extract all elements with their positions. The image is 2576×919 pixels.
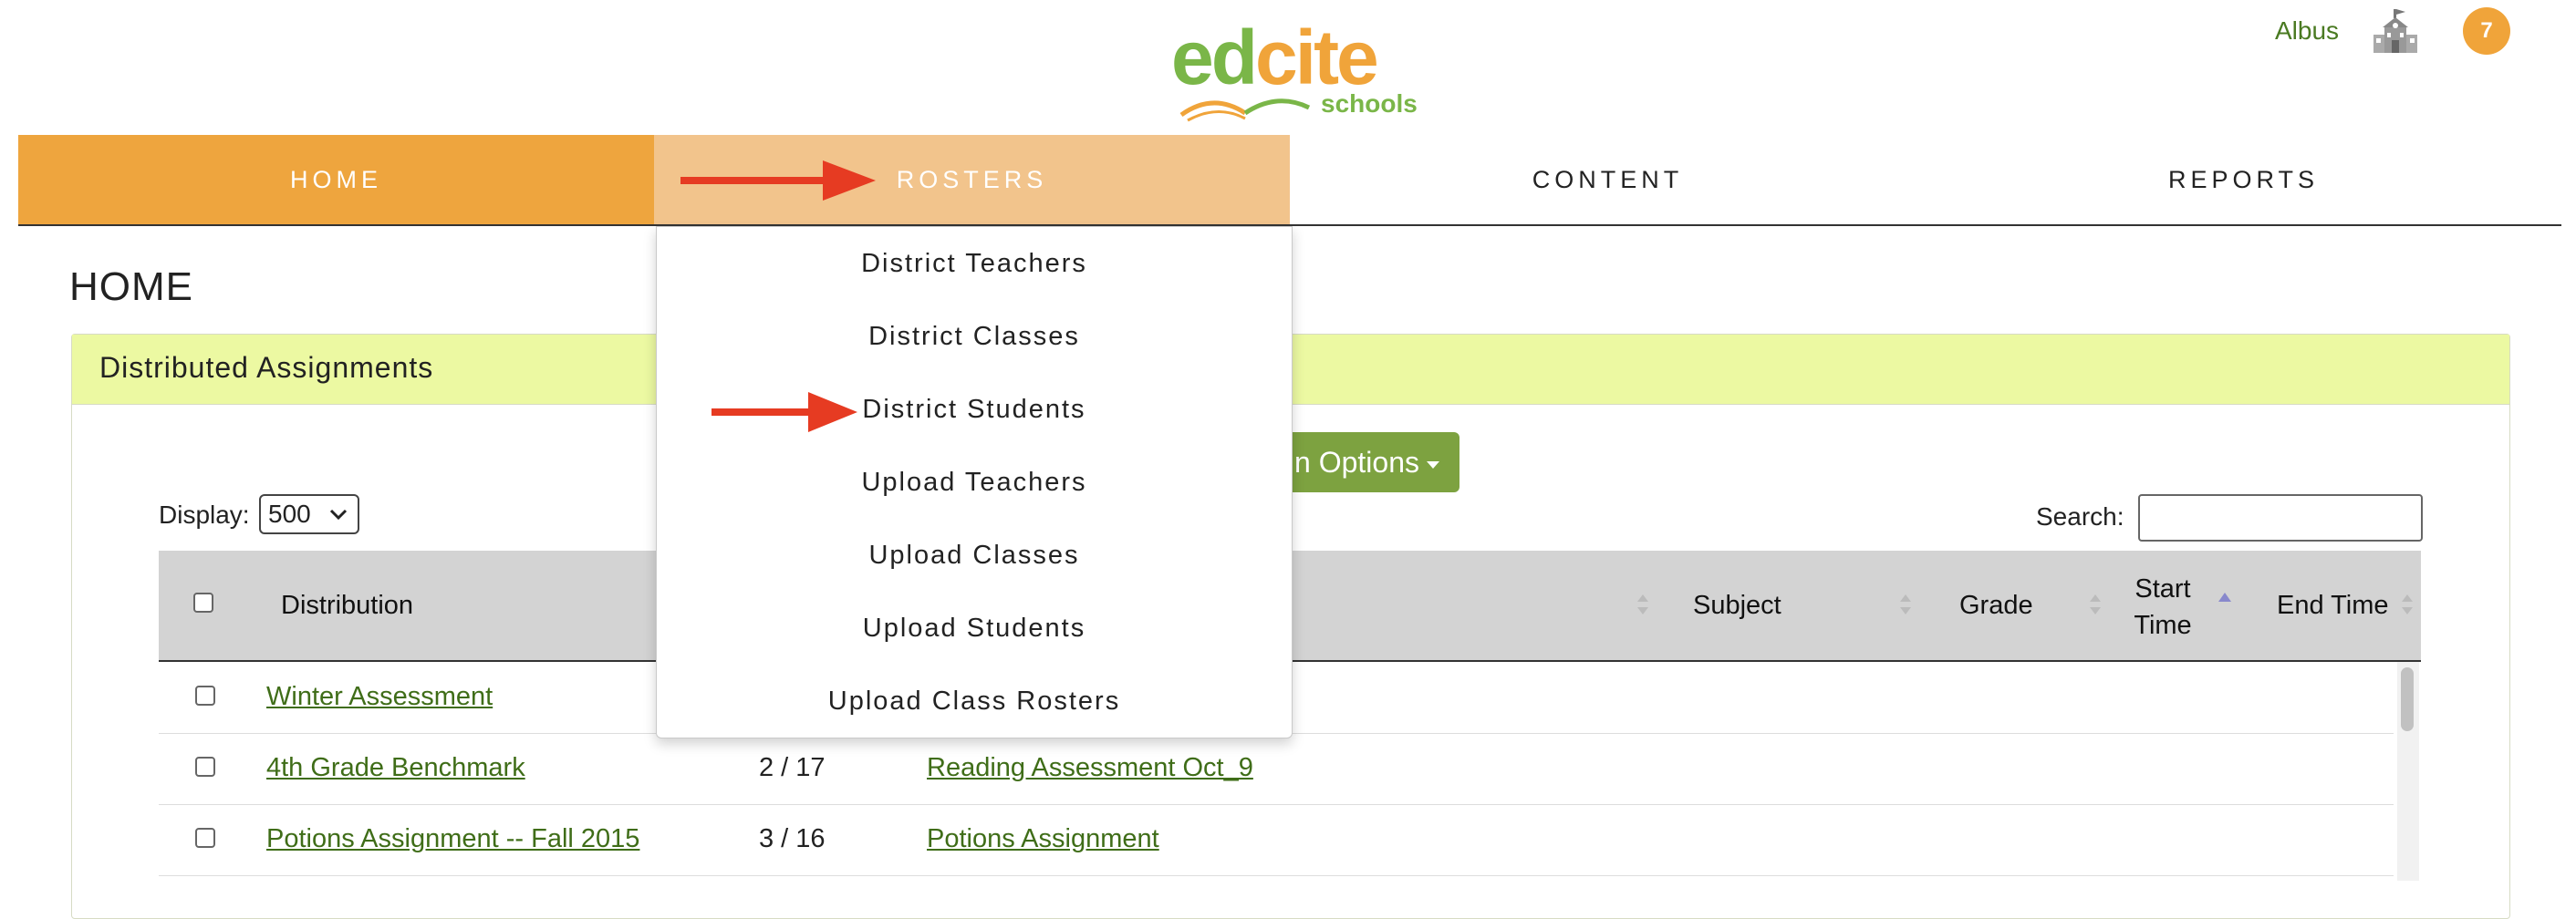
menu-item-district-teachers[interactable]: District Teachers (657, 227, 1292, 300)
panel-title: Distributed Assignments (99, 351, 434, 384)
row-checkbox[interactable] (195, 828, 215, 848)
logo-book-icon (1179, 98, 1311, 122)
menu-item-upload-students[interactable]: Upload Students (657, 592, 1292, 665)
table-scrollbar[interactable] (2397, 662, 2419, 881)
column-header-start-time[interactable]: Start Time (2122, 571, 2204, 644)
school-building-icon[interactable] (2373, 9, 2417, 55)
main-nav: HOME ROSTERS CONTENT REPORTS (18, 135, 2561, 226)
display-select-value: 500 (268, 500, 311, 528)
search-label: Search: (2036, 502, 2124, 531)
column-header-end-time[interactable]: End Time (2277, 591, 2389, 621)
rosters-dropdown-menu: District Teachers District Classes Distr… (656, 226, 1293, 738)
menu-item-upload-classes[interactable]: Upload Classes (657, 519, 1292, 592)
completion-ratio: 3 / 16 (759, 824, 826, 853)
table-row: Potions Assignment -- Fall 2015 3 / 16 P… (159, 804, 2394, 876)
chevron-down-icon (329, 509, 348, 521)
menu-item-upload-teachers[interactable]: Upload Teachers (657, 446, 1292, 519)
table-row: 4th Grade Benchmark 2 / 17 Reading Asses… (159, 733, 2394, 805)
caret-down-icon (1427, 460, 1439, 469)
notification-badge[interactable]: 7 (2463, 7, 2510, 55)
display-count-select[interactable]: 500 (259, 494, 359, 534)
logo-wordmark: edcite (1171, 15, 1379, 100)
column-header-distribution[interactable]: Distribution (281, 591, 413, 621)
select-all-checkbox[interactable] (193, 593, 213, 613)
edcite-logo[interactable]: edcite schools (1171, 15, 1418, 122)
annotation-arrow-icon (712, 392, 857, 432)
row-checkbox[interactable] (195, 757, 215, 777)
column-header-subject[interactable]: Subject (1693, 591, 1781, 621)
distribution-link[interactable]: Potions Assignment -- Fall 2015 (266, 824, 639, 854)
annotation-arrow-icon (680, 160, 876, 201)
menu-item-upload-class-rosters[interactable]: Upload Class Rosters (657, 665, 1292, 738)
user-name-link[interactable]: Albus (2275, 16, 2339, 46)
sort-ascending-icon[interactable] (2218, 589, 2231, 616)
page-title: HOME (69, 264, 193, 309)
distribution-link[interactable]: 4th Grade Benchmark (266, 753, 525, 783)
logo-subtitle: schools (1321, 89, 1418, 118)
sort-icon[interactable] (2089, 591, 2102, 618)
completion-ratio: 2 / 17 (759, 753, 826, 782)
sort-icon[interactable] (1899, 591, 1912, 618)
row-checkbox[interactable] (195, 686, 215, 706)
column-header-grade[interactable]: Grade (1959, 591, 2033, 621)
assignment-link[interactable]: Potions Assignment (927, 824, 1159, 854)
options-button-label: n Options (1294, 446, 1419, 479)
nav-tab-home[interactable]: HOME (18, 135, 654, 224)
nav-tab-content[interactable]: CONTENT (1290, 135, 1926, 224)
nav-tab-reports[interactable]: REPORTS (1926, 135, 2561, 224)
distribution-link[interactable]: Winter Assessment (266, 682, 493, 712)
display-label: Display: (159, 501, 250, 529)
assignment-link[interactable]: Reading Assessment Oct_9 (927, 753, 1253, 783)
sort-icon[interactable] (2401, 591, 2414, 618)
search-input[interactable] (2138, 494, 2423, 542)
scrollbar-thumb[interactable] (2401, 667, 2414, 731)
menu-item-district-classes[interactable]: District Classes (657, 300, 1292, 373)
sort-icon[interactable] (1636, 591, 1649, 618)
